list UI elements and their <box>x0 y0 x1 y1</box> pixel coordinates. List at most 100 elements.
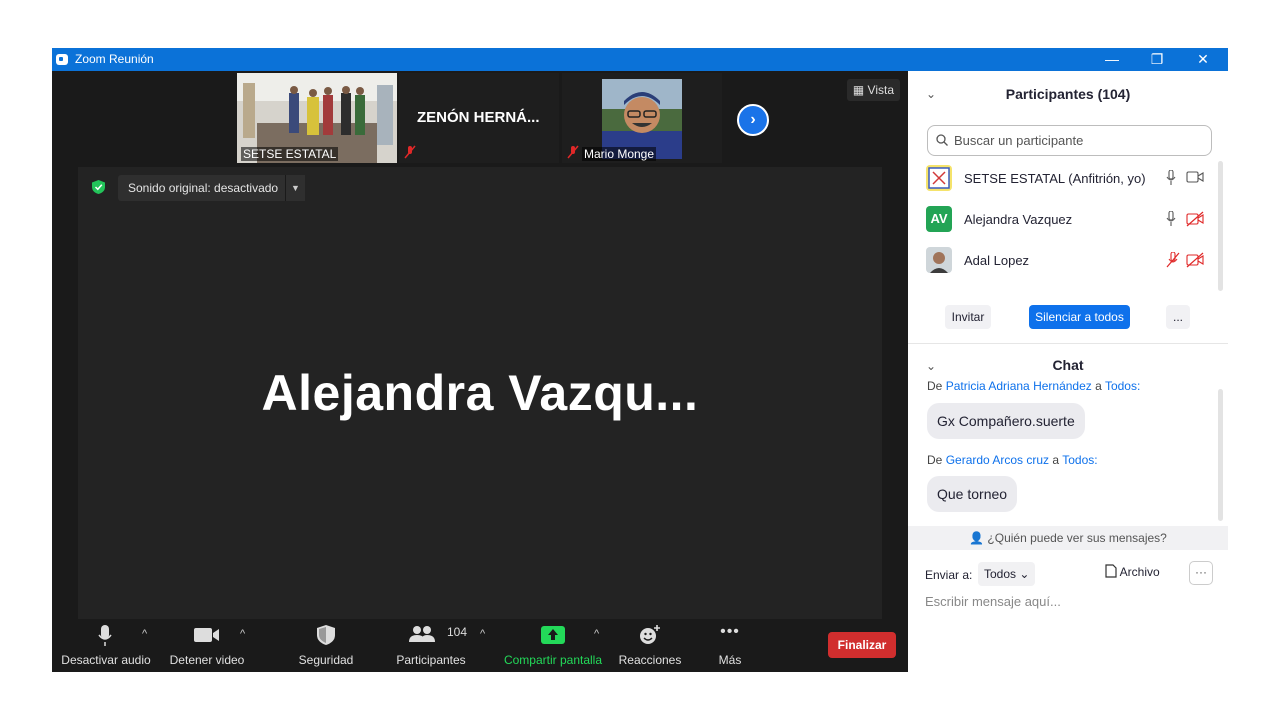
chat-message-input[interactable]: Escribir mensaje aquí... <box>925 594 1061 609</box>
zoom-app-icon <box>56 54 68 65</box>
reactions-label: Reacciones <box>618 653 682 667</box>
stop-video-label: Detener video <box>169 653 245 667</box>
send-to-dropdown[interactable]: Todos ⌄ <box>978 562 1036 586</box>
participant-row[interactable]: AV Alejandra Vazquez <box>926 206 1216 236</box>
avatar-initials: AV <box>926 206 952 232</box>
participant-name: Alejandra Vazquez <box>964 212 1073 227</box>
chat-more-button[interactable]: ··· <box>1189 561 1213 585</box>
mute-audio-label: Desactivar audio <box>61 653 151 667</box>
thumbnail-name: ZENÓN HERNÁ... <box>417 109 540 126</box>
participants-header: Participantes (104) <box>1005 86 1131 102</box>
file-button[interactable]: Archivo <box>1105 564 1160 579</box>
search-placeholder: Buscar un participante <box>954 133 1084 148</box>
view-button[interactable]: ▦ Vista <box>846 79 900 101</box>
close-button[interactable]: ✕ <box>1180 48 1226 71</box>
chat-sender-line: De Gerardo Arcos cruz a Todos: <box>927 453 1098 467</box>
who-can-see-label: ¿Quién puede ver sus mensajes? <box>987 531 1167 545</box>
chevron-down-icon: ⌄ <box>1019 567 1030 581</box>
sender-name[interactable]: Patricia Adriana Hernández <box>946 381 1092 393</box>
shield-icon <box>317 625 335 645</box>
stop-video-button[interactable]: Detener video <box>162 619 252 672</box>
microphone-icon <box>98 625 112 646</box>
chat-messages: De Patricia Adriana Hernández a Todos: G… <box>908 381 1214 525</box>
participants-count: 104 <box>447 625 468 639</box>
thumbnail-zenon[interactable]: ZENÓN HERNÁ... <box>399 73 559 163</box>
video-camera-icon <box>1186 171 1204 183</box>
thumbnail-setse-estatal[interactable]: SETSE ESTATAL <box>237 73 397 163</box>
participant-name: Adal Lopez <box>964 253 1030 268</box>
participants-options-caret[interactable]: ^ <box>480 628 485 640</box>
share-screen-icon <box>541 626 565 644</box>
mute-all-button[interactable]: Silenciar a todos <box>1029 305 1130 329</box>
muted-mic-icon <box>567 145 579 159</box>
side-panel: ⌄ Participantes (104) Buscar un particip… <box>908 71 1228 672</box>
share-screen-label: Compartir pantalla <box>503 653 603 667</box>
meeting-toolbar: Desactivar audio ^ Detener video ^ Segur… <box>52 619 908 672</box>
security-label: Seguridad <box>298 653 354 667</box>
chat-sender-line: De Patricia Adriana Hernández a Todos: <box>927 381 1140 393</box>
active-speaker-view: Sonido original: desactivado ▼ Alejandra… <box>78 167 882 619</box>
chat-message-bubble: Gx Compañero.suerte <box>927 403 1085 439</box>
security-button[interactable]: Seguridad <box>292 619 360 672</box>
sender-name[interactable]: Gerardo Arcos cruz <box>946 453 1049 467</box>
participants-scrollbar[interactable] <box>1218 161 1223 291</box>
share-options-caret[interactable]: ^ <box>594 628 599 640</box>
meeting-area: SETSE ESTATAL ZENÓN HERNÁ... Mario Monge… <box>52 71 908 672</box>
participant-search-input[interactable]: Buscar un participante <box>927 125 1212 156</box>
video-off-icon <box>1186 211 1204 227</box>
recipient-name: Todos: <box>1062 453 1098 467</box>
zoom-window: Zoom Reunión — ❐ ✕ SETSE ESTATAL ZENÓN H… <box>52 48 1228 672</box>
more-button[interactable]: ••• Más <box>702 619 758 672</box>
from-prefix: De <box>927 453 943 467</box>
participants-icon <box>409 626 435 642</box>
person-lock-icon: 👤 <box>969 531 988 545</box>
participant-row[interactable]: Adal Lopez <box>926 247 1216 277</box>
chat-scrollbar[interactable] <box>1218 389 1223 521</box>
grid-icon: ▦ <box>852 83 868 97</box>
muted-mic-icon <box>1166 252 1180 268</box>
microphone-icon <box>1166 170 1176 185</box>
more-dots-icon: ••• <box>720 623 740 640</box>
who-can-see-messages[interactable]: 👤 ¿Quién puede ver sus mensajes? <box>908 526 1228 550</box>
emoji-add-icon <box>640 625 660 644</box>
chat-header: Chat <box>1052 357 1084 373</box>
participant-name: SETSE ESTATAL (Anfitrión, yo) <box>964 171 1146 186</box>
setse-logo-avatar <box>926 165 952 191</box>
title-bar: Zoom Reunión — ❐ ✕ <box>52 48 1228 71</box>
end-meeting-button[interactable]: Finalizar <box>828 632 896 658</box>
video-options-caret[interactable]: ^ <box>240 628 245 640</box>
file-icon <box>1105 564 1117 578</box>
audio-options-caret[interactable]: ^ <box>142 628 147 640</box>
view-label: Vista <box>867 83 894 97</box>
from-prefix: De <box>927 381 943 393</box>
mute-audio-button[interactable]: Desactivar audio <box>58 619 154 672</box>
share-screen-button[interactable]: Compartir pantalla <box>500 619 606 672</box>
to-prefix: a <box>1052 453 1060 467</box>
participants-more-button[interactable]: ... <box>1166 305 1190 329</box>
video-camera-icon <box>194 628 219 642</box>
video-off-icon <box>1186 252 1204 268</box>
reactions-button[interactable]: Reacciones <box>614 619 686 672</box>
recipient-name: Todos: <box>1104 381 1141 393</box>
more-label: Más <box>718 653 742 667</box>
window-title: Zoom Reunión <box>75 52 154 66</box>
file-label: Archivo <box>1119 565 1160 579</box>
section-divider <box>908 343 1228 344</box>
muted-mic-icon <box>404 145 416 159</box>
user-photo-avatar <box>926 247 952 273</box>
minimize-button[interactable]: — <box>1089 48 1135 71</box>
chat-message-bubble: Que torneo <box>927 476 1018 512</box>
invite-button[interactable]: Invitar <box>945 305 991 329</box>
participant-row[interactable]: SETSE ESTATAL (Anfitrión, yo) <box>926 165 1216 195</box>
send-to-value: Todos <box>984 567 1017 581</box>
participants-label: Participantes <box>396 653 466 667</box>
thumbnail-name: Mario Monge <box>582 147 657 161</box>
participants-button[interactable]: 104 Participantes <box>392 619 470 672</box>
thumbnail-mario-monge[interactable]: Mario Monge <box>562 73 722 163</box>
speaker-name: Alejandra Vazqu... <box>261 365 699 421</box>
send-to-label: Enviar a: <box>925 568 973 582</box>
thumbnail-name: SETSE ESTATAL <box>241 147 339 161</box>
to-prefix: a <box>1095 381 1102 393</box>
restore-button[interactable]: ❐ <box>1134 48 1180 71</box>
next-page-button[interactable]: › <box>737 104 769 136</box>
